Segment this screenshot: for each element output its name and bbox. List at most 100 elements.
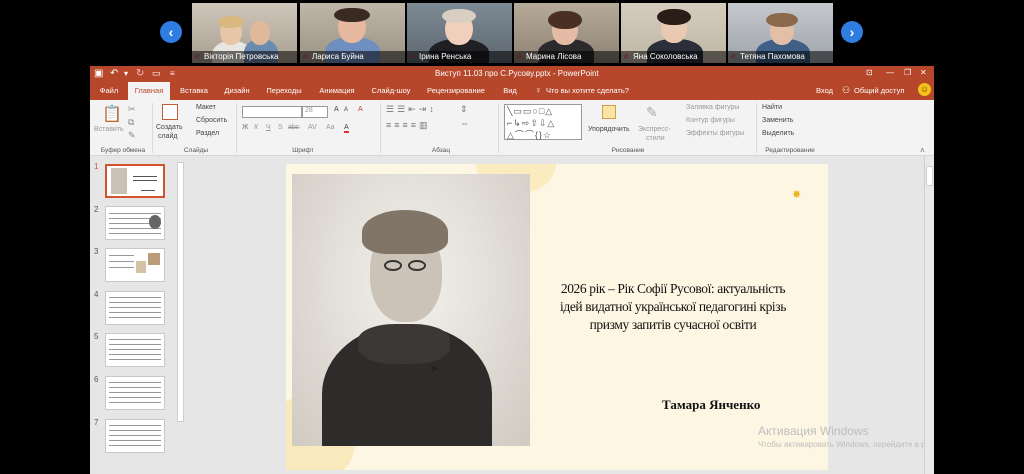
scrollbar-thumb[interactable] [926, 166, 933, 186]
find-button[interactable]: Найти [762, 104, 782, 111]
tab-design[interactable]: Дизайн [220, 82, 254, 100]
slide-title[interactable]: 2026 рік – Рік Софії Русової: актуальніс… [538, 280, 808, 334]
shape-outline-button[interactable]: Контур фигуры [686, 117, 735, 124]
slide-scrollbar[interactable] [924, 156, 934, 474]
slide-author[interactable]: Тамара Янченко [662, 397, 760, 413]
grow-font-button[interactable]: A [334, 106, 339, 113]
collapse-ribbon-icon[interactable]: ˄ [920, 146, 925, 155]
slide-thumbnail[interactable] [105, 248, 165, 282]
customize-toolbar-icon[interactable]: ≡ [170, 69, 175, 78]
tab-insert[interactable]: Вставка [176, 82, 212, 100]
select-button[interactable]: Выделить [762, 130, 794, 137]
section-button[interactable]: Раздел [196, 130, 219, 137]
strikethrough-button[interactable]: abc [288, 124, 299, 131]
arrange-icon[interactable] [602, 105, 616, 119]
chevron-left-icon: ‹ [168, 24, 174, 40]
slide-thumbnail[interactable] [105, 376, 165, 410]
tab-home[interactable]: Главная [128, 82, 170, 100]
save-icon[interactable]: ▣ [94, 68, 103, 79]
align-icons[interactable]: ≡≡≡≡▥ [386, 120, 431, 131]
cut-icon[interactable]: ✂ [128, 104, 136, 115]
slide-thumbnail[interactable] [105, 164, 165, 198]
font-color-button[interactable]: A [344, 124, 349, 133]
share-button[interactable]: Общий доступ [854, 86, 904, 95]
clear-format-button[interactable]: A [358, 106, 363, 113]
font-group-label: Шрифт [292, 147, 314, 154]
participant-tile[interactable]: ⌀ Яна Соколовська [621, 3, 726, 63]
drawing-group-label: Рисование [611, 147, 645, 154]
star-decor-icon: ✸ [792, 189, 802, 201]
person-icon: ⚇ [842, 85, 851, 95]
tell-me-input[interactable]: Что вы хотите сделать? [546, 86, 629, 95]
prev-page-button[interactable]: ‹ [160, 21, 182, 43]
align-text-icon[interactable]: ⇔ [460, 118, 469, 128]
tab-slideshow[interactable]: Слайд-шоу [368, 82, 414, 100]
new-slide-button[interactable]: Создать [156, 124, 183, 131]
tab-transitions[interactable]: Переходы [262, 82, 306, 100]
bold-button[interactable]: Ж [242, 124, 248, 131]
layout-button[interactable]: Макет [196, 104, 216, 111]
tab-review[interactable]: Рецензирование [422, 82, 490, 100]
tab-animations[interactable]: Анимация [314, 82, 360, 100]
text-direction-icon[interactable]: ⇕ [460, 104, 468, 115]
paragraph-group-label: Абзац [431, 147, 451, 154]
signin-link[interactable]: Вход [816, 86, 833, 95]
slide-canvas[interactable]: ✸ 2026 рік – Рік Софії Русової: актуальн… [286, 164, 828, 470]
participant-tile[interactable]: ⌀ Ірина Ренська [407, 3, 512, 63]
new-slide-label: слайд [158, 133, 178, 140]
smiley-feedback-icon[interactable]: ☺ [918, 83, 931, 96]
arrange-button[interactable]: Упорядочить [588, 126, 630, 133]
shape-effects-button[interactable]: Эффекты фигуры [686, 130, 744, 137]
paste-button[interactable]: Вставить [94, 126, 124, 133]
participant-name: Лариса Буйна [300, 51, 405, 63]
slide-title-line: 2026 рік – Рік Софії Русової: актуальніс… [560, 281, 786, 296]
tab-file[interactable]: Файл [96, 82, 122, 100]
font-size-input[interactable]: 28 [302, 106, 328, 118]
participant-name: Вікторія Петровська [192, 51, 297, 63]
minimize-button[interactable]: — [886, 68, 894, 77]
close-button[interactable]: ✕ [920, 68, 927, 77]
participant-tile[interactable]: ⌀ Лариса Буйна [300, 3, 405, 63]
undo-icon[interactable]: ↶ [110, 68, 118, 79]
portrait-photo [292, 174, 530, 446]
ribbon-display-options-icon[interactable]: ⊡ [866, 68, 873, 77]
tab-view[interactable]: Вид [498, 82, 522, 100]
dropdown-icon[interactable]: ▾ [124, 69, 128, 78]
participant-tile[interactable]: ⌀ Вікторія Петровська [192, 3, 297, 63]
participant-tile[interactable]: ⌀ Тетяна Пахомова [728, 3, 833, 63]
shapes-gallery[interactable]: ╲▭▭○□△ ⌐↳⇨⇧⇩△ △⌒⌒{}☆ [504, 104, 582, 140]
participant-tile[interactable]: ⌀ Марина Лісова [514, 3, 619, 63]
slide-thumbnail[interactable] [105, 206, 165, 240]
redo-icon[interactable]: ↻ [136, 68, 144, 79]
participant-name: Яна Соколовська [621, 51, 726, 63]
underline-button[interactable]: Ч [266, 124, 271, 131]
restore-button[interactable]: ❐ [904, 68, 911, 77]
format-painter-icon[interactable]: ✎ [128, 130, 136, 141]
quick-styles-button[interactable]: Экспресс- [638, 126, 671, 133]
shrink-font-button[interactable]: A [344, 107, 348, 113]
font-name-input[interactable] [242, 106, 302, 118]
slide-thumbnail[interactable] [105, 333, 165, 367]
quick-styles-icon[interactable]: ✎ [646, 104, 658, 121]
copy-icon[interactable]: ⧉ [128, 117, 134, 128]
title-bar: ▣ ↶ ▾ ↻ ▭ ≡ Виступ 11.03 про С.Русову.pp… [90, 66, 934, 82]
quick-styles-label: стили [646, 135, 665, 142]
replace-button[interactable]: Заменить [762, 117, 793, 124]
slide-thumbnail[interactable] [105, 419, 165, 453]
separator [756, 103, 757, 153]
thumbnails-scrollbar[interactable] [177, 162, 184, 422]
paste-icon[interactable]: 📋 [102, 104, 122, 124]
slide-title-line: ідей видатної української педагогині крі… [560, 299, 786, 314]
slideshow-start-icon[interactable]: ▭ [152, 68, 161, 79]
change-case-button[interactable]: Aa [326, 124, 335, 131]
reset-button[interactable]: Сбросить [196, 117, 227, 124]
char-spacing-button[interactable]: AV [308, 124, 317, 131]
slide-thumbnails-pane: 1 2 3 4 5 6 7 [90, 156, 186, 474]
shadow-button[interactable]: S [278, 124, 283, 131]
new-slide-icon[interactable] [162, 104, 178, 120]
slide-thumbnail[interactable] [105, 291, 165, 325]
shape-fill-button[interactable]: Заливка фигуры [686, 104, 739, 111]
italic-button[interactable]: К [254, 124, 258, 131]
list-icons[interactable]: ☰☰⇤⇥↕ [386, 104, 437, 115]
next-page-button[interactable]: › [841, 21, 863, 43]
